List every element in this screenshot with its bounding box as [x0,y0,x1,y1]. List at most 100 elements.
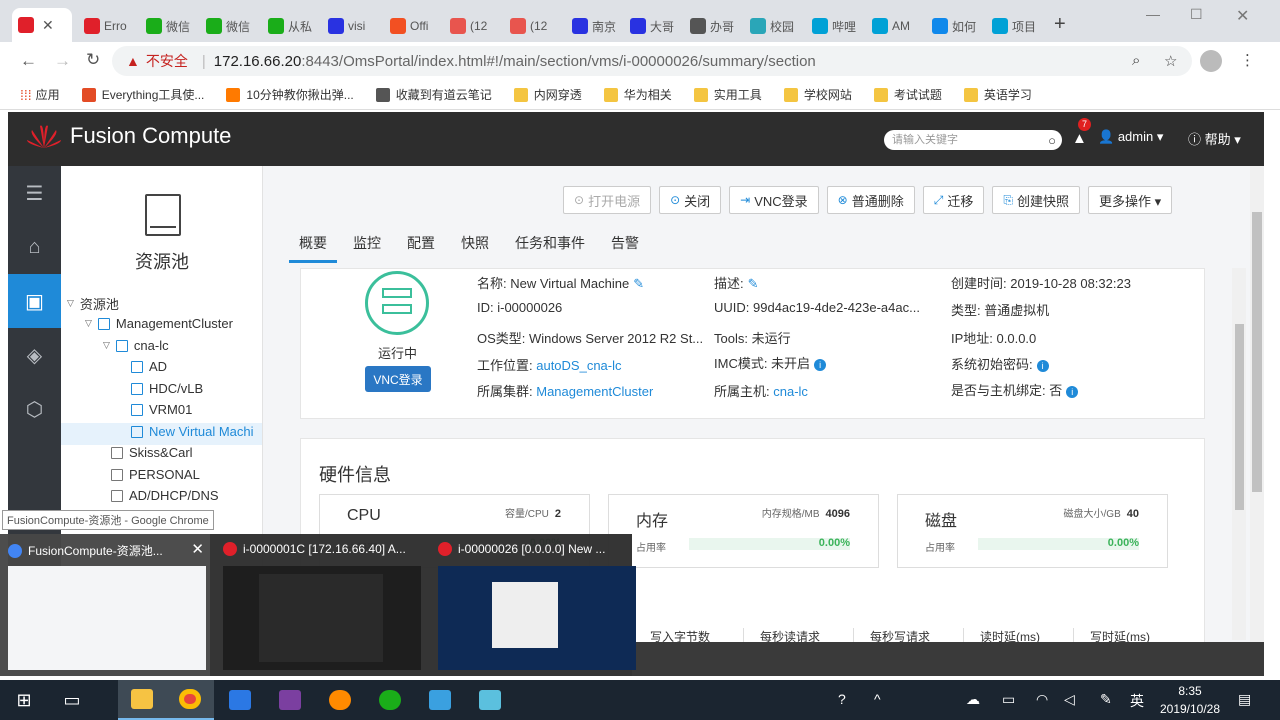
window-preview[interactable]: i-0000001C [172.16.66.40] A... [215,534,425,676]
bookmark-item[interactable]: 收藏到有道云笔记 [375,86,492,103]
table-column-header[interactable]: 每秒读请求 [743,628,853,642]
collapse-toggle-icon[interactable]: ▽ [85,318,92,329]
battery-icon[interactable]: ▭ [1002,691,1015,708]
table-column-header[interactable]: 写入字节数 [633,628,743,642]
create-snapshot-button[interactable]: ⎘ 创建快照 [992,186,1080,214]
tab-3[interactable]: 快照 [461,230,489,263]
new-tab-button[interactable]: + [1054,13,1066,36]
browser-tab[interactable]: (12 [444,10,500,42]
search-icon[interactable]: ○ [1048,131,1056,151]
browser-tab[interactable]: AM [866,10,922,42]
more-actions-button[interactable]: 更多操作 ▾ [1088,186,1173,214]
close-preview-icon[interactable]: ✕ [191,540,204,558]
back-icon[interactable]: ← [20,51,37,71]
user-menu[interactable]: 👤 admin ▾ [1098,129,1163,145]
summary-scrollbar[interactable] [1232,268,1246,640]
notification-icon[interactable]: ▤ [1238,691,1251,708]
maximize-button[interactable]: ☐ [1190,6,1203,23]
bookmark-item[interactable]: Everything工具使... [81,86,204,103]
tree-node[interactable]: ▽ cna-lc [103,338,169,353]
zoom-icon[interactable]: ⌕ [1132,52,1140,69]
close-window-button[interactable]: ✕ [1236,6,1249,26]
browser-tab[interactable]: 南京 [566,10,622,42]
list-icon[interactable]: ☰ [8,166,61,220]
system-icon[interactable]: ⬡ [8,382,61,436]
global-search-input[interactable]: 请输入关键字 ○ [884,130,1062,150]
apps-icon[interactable]: ⁞⁞⁞ [20,87,32,103]
bookmark-item[interactable]: 实用工具 [693,86,762,103]
browser-tab[interactable]: (12 [504,10,560,42]
vm-vnc-button[interactable]: VNC登录 [365,366,431,392]
browser-tab[interactable]: visi [322,10,378,42]
collapse-toggle-icon[interactable]: ▽ [67,298,74,309]
tree-node[interactable]: PERSONAL [111,467,200,482]
browser-tab[interactable]: Erro [78,10,134,42]
table-column-header[interactable]: 写时延(ms) [1073,628,1183,642]
tab-2[interactable]: 配置 [407,230,435,263]
pen-icon[interactable]: ✎ [1100,691,1112,708]
tab-1[interactable]: 监控 [353,230,381,263]
chrome-icon[interactable] [166,680,214,720]
help-tray-icon[interactable]: ? [838,691,846,707]
forward-icon[interactable]: → [54,51,71,71]
collapse-toggle-icon[interactable]: ▽ [103,340,110,351]
file-explorer-icon[interactable] [118,680,166,720]
ime-language[interactable]: 英 [1130,691,1144,711]
tab-4[interactable]: 任务和事件 [515,230,585,263]
tree-node[interactable]: VRM01 [131,402,192,417]
browser-tab[interactable]: ✕ [12,8,72,42]
reload-icon[interactable]: ↻ [86,50,100,70]
task-view-icon[interactable]: ▭ [48,680,96,720]
menu-icon[interactable]: ⋮ [1240,51,1255,69]
bookmark-item[interactable]: 华为相关 [603,86,672,103]
minimize-button[interactable]: — [1146,6,1160,22]
info-icon[interactable]: i [814,358,827,371]
address-bar[interactable]: ▲ 不安全 | 172.16.66.20:8443/OmsPortal/inde… [112,46,1192,76]
table-column-header[interactable]: 读时延(ms) [963,628,1073,642]
close-tab-icon[interactable]: ✕ [42,17,54,34]
browser-tab[interactable]: Offi [384,10,440,42]
volume-icon[interactable]: ◁ [1064,691,1075,708]
browser-tab[interactable]: 办哥 [684,10,740,42]
browser-tab[interactable]: 校园 [744,10,800,42]
bookmark-item[interactable]: 内网穿透 [513,86,582,103]
browser-tab[interactable]: 大哥 [624,10,680,42]
edit-desc-icon[interactable]: ✎ [748,276,759,291]
wps-icon[interactable] [216,680,264,720]
wechat-icon[interactable] [366,680,414,720]
tab-0[interactable]: 概要 [289,230,337,263]
resource-pool-icon[interactable]: ▣ [8,274,61,328]
browser-tab[interactable]: 微信 [140,10,196,42]
delete-button[interactable]: ⊗ 普通删除 [826,186,915,214]
clock[interactable]: 8:35 2019/10/28 [1150,682,1230,718]
browser-tab[interactable]: 如何 [926,10,982,42]
home-icon[interactable]: ⌂ [8,220,61,274]
shutdown-button[interactable]: ⊙ 关闭 [659,186,722,214]
cluster-link[interactable]: ManagementCluster [536,384,653,399]
profile-avatar[interactable] [1200,50,1222,72]
window-preview[interactable]: i-00000026 [0.0.0.0] New ... [430,534,640,676]
info-icon[interactable]: i [1036,359,1049,372]
table-column-header[interactable]: 每秒写请求 [853,628,963,642]
info-icon[interactable]: i [1066,385,1079,398]
bilibili-icon[interactable] [466,680,514,720]
start-icon[interactable]: ⊞ [0,680,48,720]
tree-node[interactable]: HDC/vLB [131,381,203,396]
bookmark-item[interactable]: 学校网站 [783,86,852,103]
tree-node[interactable]: AD [131,359,167,374]
host-link[interactable]: cna-lc [773,384,808,399]
alarm-icon[interactable]: ▲ [1072,130,1087,147]
browser-tab[interactable]: 微信 [200,10,256,42]
browser-tab[interactable]: 哔哩 [806,10,862,42]
tree-node[interactable]: ▽ ManagementCluster [85,316,233,331]
tree-node[interactable]: ▽ 资源池 [67,294,119,313]
remote-desktop-icon[interactable] [416,680,464,720]
onedrive-icon[interactable]: ☁ [966,691,980,708]
migrate-button[interactable]: ⤢ 迁移 [922,186,985,214]
browser-tab[interactable]: 从私 [262,10,318,42]
tree-node[interactable]: New Virtual Machi [131,424,254,439]
location-link[interactable]: autoDS_cna-lc [536,358,621,373]
window-preview[interactable]: FusionCompute-资源池... ✕ [0,534,210,676]
network-icon[interactable]: ◈ [8,328,61,382]
tree-node[interactable]: AD/DHCP/DNS [111,488,219,503]
